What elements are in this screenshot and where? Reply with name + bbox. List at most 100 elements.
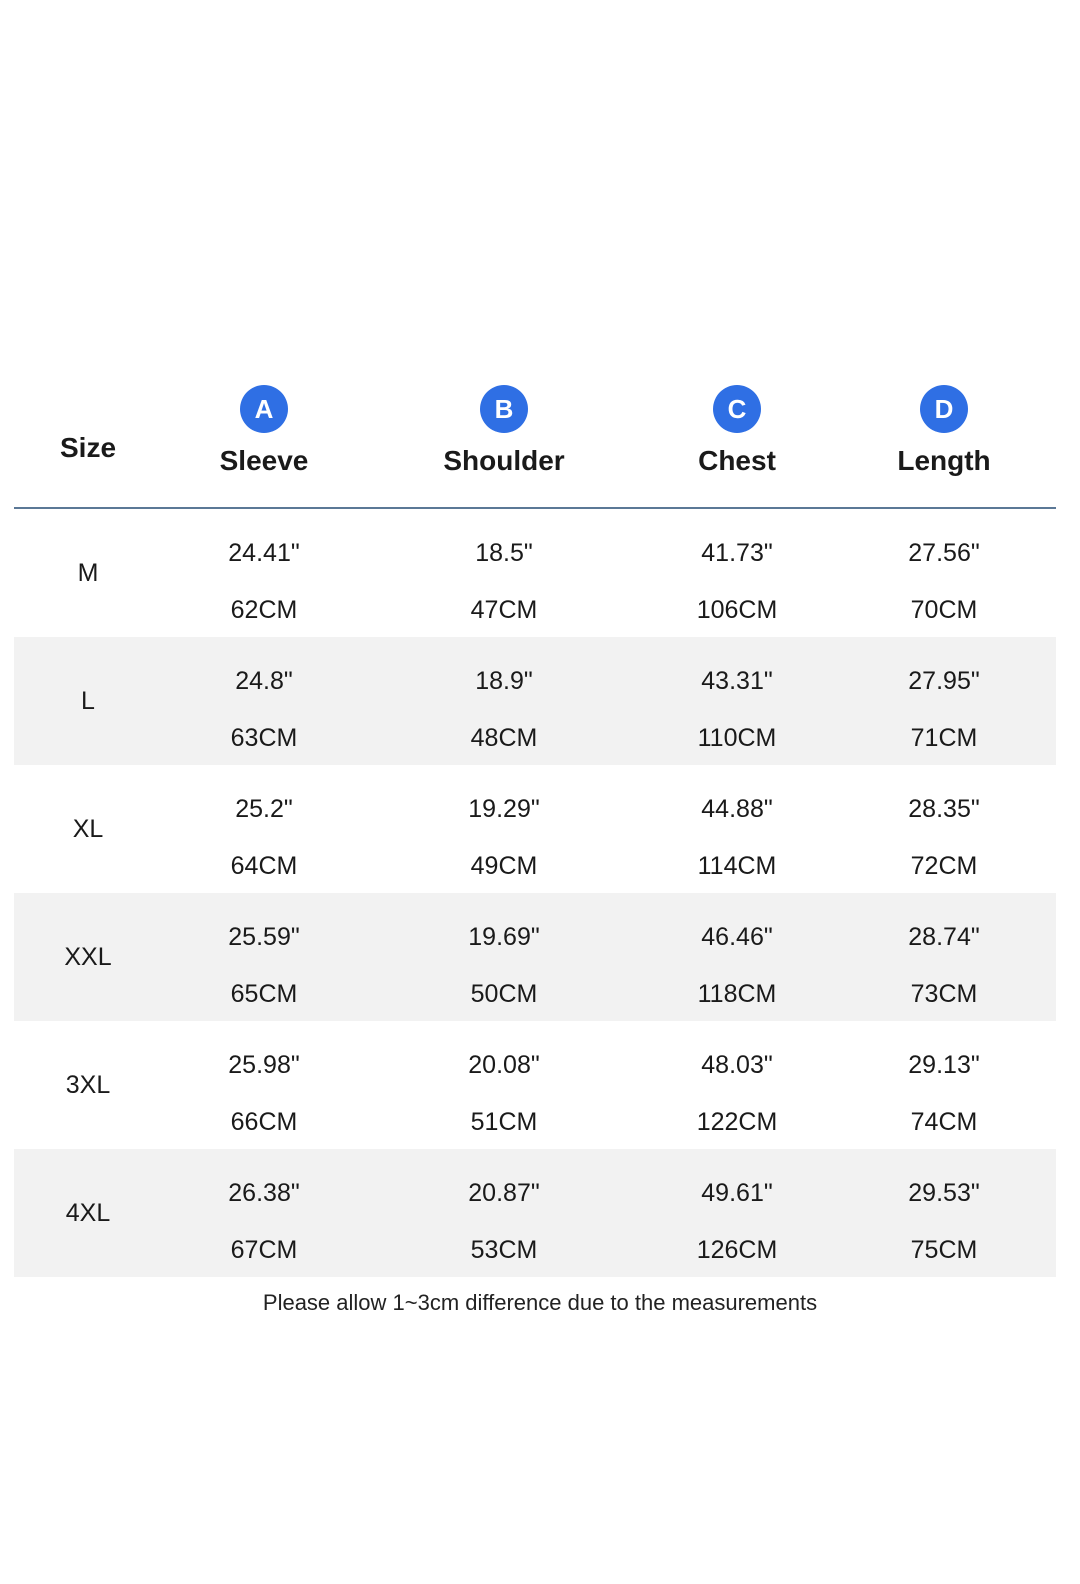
size-cell: XL <box>72 815 104 843</box>
inch-value: 25.2" <box>235 795 293 823</box>
cm-value: 62CM <box>230 596 298 624</box>
cm-value: 118CM <box>697 980 777 1008</box>
sleeve-cell: 25.59" 65CM <box>174 893 354 1021</box>
chest-cell: 46.46" 118CM <box>647 893 827 1021</box>
cm-value: 106CM <box>696 596 778 624</box>
chest-cell: 41.73" 106CM <box>647 509 827 637</box>
inch-value: 28.35" <box>908 795 980 823</box>
sleeve-cell: 25.98" 66CM <box>174 1021 354 1149</box>
cm-value: 70CM <box>910 596 978 624</box>
inch-value: 41.73" <box>701 539 773 567</box>
sleeve-cell: 25.2" 64CM <box>174 765 354 893</box>
cm-value: 75CM <box>910 1236 978 1264</box>
cm-value: 64CM <box>230 852 298 880</box>
cm-value: 73CM <box>910 980 978 1008</box>
size-cell: M <box>77 559 99 587</box>
length-cell: 28.74" 73CM <box>854 893 1034 1021</box>
length-cell: 27.95" 71CM <box>854 637 1034 765</box>
size-cell: 3XL <box>65 1071 111 1099</box>
badge-c: C <box>713 385 761 433</box>
badge-b: B <box>480 385 528 433</box>
badge-d: D <box>920 385 968 433</box>
sleeve-column-header: A Sleeve <box>174 385 354 477</box>
cm-value: 65CM <box>230 980 298 1008</box>
size-column-header: Size <box>59 432 117 463</box>
measurement-note: Please allow 1~3cm difference due to the… <box>262 1290 818 1315</box>
sleeve-cell: 26.38" 67CM <box>174 1149 354 1277</box>
inch-value: 44.88" <box>701 795 773 823</box>
inch-value: 29.13" <box>908 1051 980 1079</box>
inch-value: 25.98" <box>228 1051 300 1079</box>
inch-value: 49.61" <box>701 1179 773 1207</box>
cm-value: 126CM <box>696 1236 778 1264</box>
chest-cell: 43.31" 110CM <box>647 637 827 765</box>
shoulder-cell: 19.69" 50CM <box>414 893 594 1021</box>
length-column-header: D Length <box>854 385 1034 477</box>
shoulder-column-header: B Shoulder <box>414 385 594 477</box>
length-label: Length <box>897 445 991 476</box>
cm-value: 53CM <box>470 1236 538 1264</box>
chest-cell: 44.88" 114CM <box>647 765 827 893</box>
inch-value: 20.87" <box>468 1179 540 1207</box>
table-row: XL 25.2" 64CM 19.29" 49CM 44.88" 114CM 28.3… <box>14 765 1056 893</box>
shoulder-cell: 20.08" 51CM <box>414 1021 594 1149</box>
inch-value: 19.69" <box>468 923 540 951</box>
cm-value: 67CM <box>230 1236 298 1264</box>
cm-value: 74CM <box>910 1108 978 1136</box>
inch-value: 24.8" <box>235 667 293 695</box>
chest-cell: 48.03" 122CM <box>647 1021 827 1149</box>
inch-value: 46.46" <box>701 923 773 951</box>
cm-value: 48CM <box>470 724 538 752</box>
length-cell: 27.56" 70CM <box>854 509 1034 637</box>
cm-value: 47CM <box>470 596 538 624</box>
inch-value: 27.95" <box>908 667 980 695</box>
table-row: XXL 25.59" 65CM 19.69" 50CM 46.46" 118CM 28… <box>14 893 1056 1021</box>
inch-value: 24.41" <box>228 539 300 567</box>
table-row: 4XL 26.38" 67CM 20.87" 53CM 49.61" 126CM 29… <box>14 1149 1056 1277</box>
size-cell: XXL <box>64 943 112 971</box>
inch-value: 20.08" <box>468 1051 540 1079</box>
cm-value: 63CM <box>230 724 298 752</box>
sleeve-cell: 24.41" 62CM <box>174 509 354 637</box>
inch-value: 25.59" <box>228 923 300 951</box>
chest-label: Chest <box>698 445 776 476</box>
inch-value: 18.9" <box>475 667 533 695</box>
inch-value: 26.38" <box>228 1179 300 1207</box>
inch-value: 29.53" <box>908 1179 980 1207</box>
length-cell: 29.13" 74CM <box>854 1021 1034 1149</box>
chest-cell: 49.61" 126CM <box>647 1149 827 1277</box>
sleeve-cell: 24.8" 63CM <box>174 637 354 765</box>
size-cell: 4XL <box>65 1199 111 1227</box>
size-chart-header: Size A Sleeve B Shoulder C Chest D Lengt… <box>14 385 1056 507</box>
cm-value: 114CM <box>697 852 777 880</box>
inch-value: 43.31" <box>701 667 773 695</box>
inch-value: 28.74" <box>908 923 980 951</box>
cm-value: 71CM <box>910 724 978 752</box>
sleeve-label: Sleeve <box>219 445 309 476</box>
shoulder-cell: 18.9" 48CM <box>414 637 594 765</box>
cm-value: 72CM <box>910 852 978 880</box>
table-row: 3XL 25.98" 66CM 20.08" 51CM 48.03" 122CM 29… <box>14 1021 1056 1149</box>
shoulder-cell: 20.87" 53CM <box>414 1149 594 1277</box>
inch-value: 27.56" <box>908 539 980 567</box>
shoulder-label: Shoulder <box>443 445 565 476</box>
inch-value: 19.29" <box>468 795 540 823</box>
table-row: M 24.41" 62CM 18.5" 47CM 41.73" 106CM 27.56… <box>14 509 1056 637</box>
table-row: L 24.8" 63CM 18.9" 48CM 43.31" 110CM 27.95"… <box>14 637 1056 765</box>
cm-value: 122CM <box>696 1108 778 1136</box>
shoulder-cell: 18.5" 47CM <box>414 509 594 637</box>
shoulder-cell: 19.29" 49CM <box>414 765 594 893</box>
cm-value: 49CM <box>470 852 538 880</box>
cm-value: 50CM <box>470 980 538 1008</box>
badge-a: A <box>240 385 288 433</box>
inch-value: 48.03" <box>701 1051 773 1079</box>
size-cell: L <box>81 687 95 715</box>
length-cell: 28.35" 72CM <box>854 765 1034 893</box>
cm-value: 110CM <box>697 724 777 752</box>
inch-value: 18.5" <box>475 539 533 567</box>
cm-value: 51CM <box>470 1108 538 1136</box>
chest-column-header: C Chest <box>647 385 827 477</box>
length-cell: 29.53" 75CM <box>854 1149 1034 1277</box>
cm-value: 66CM <box>230 1108 298 1136</box>
size-chart: Size A Sleeve B Shoulder C Chest D Lengt… <box>14 385 1056 1277</box>
